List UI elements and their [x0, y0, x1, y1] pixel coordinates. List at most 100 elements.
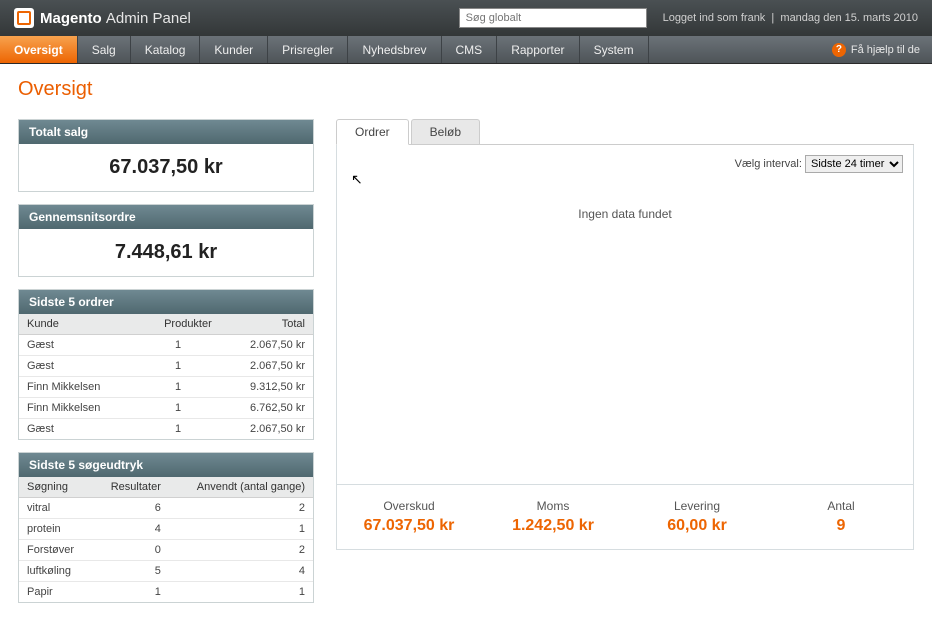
cell-produkter: 1	[136, 377, 220, 398]
cell-resultater: 5	[92, 561, 169, 582]
tab-belob[interactable]: Beløb	[411, 119, 480, 144]
summary-label: Antal	[769, 499, 913, 513]
summary-row: Overskud 67.037,50 krMoms 1.242,50 krLever…	[336, 485, 914, 550]
table-row[interactable]: Forstøver02	[19, 540, 313, 561]
table-row[interactable]: Gæst12.067,50 kr	[19, 335, 313, 356]
summary-value: 67.037,50 kr	[337, 517, 481, 535]
magento-logo-icon	[14, 8, 34, 28]
help-icon: ?	[832, 43, 846, 57]
table-row[interactable]: Gæst12.067,50 kr	[19, 356, 313, 377]
box-total-sales: Totalt salg 67.037,50 kr	[18, 119, 314, 192]
cell-produkter: 1	[136, 398, 220, 419]
cell-produkter: 1	[136, 419, 220, 440]
interval-label: Vælg interval:	[735, 158, 802, 170]
cell-produkter: 1	[136, 335, 220, 356]
nav-rapporter[interactable]: Rapporter	[497, 36, 579, 63]
cell-anvendt: 2	[169, 498, 313, 519]
nav-prisregler[interactable]: Prisregler	[268, 36, 348, 63]
nav-nyhedsbrev[interactable]: Nyhedsbrev	[348, 36, 441, 63]
table-row[interactable]: Gæst12.067,50 kr	[19, 419, 313, 440]
cell-sogning: Papir	[19, 582, 92, 603]
cell-sogning: vitral	[19, 498, 92, 519]
cell-total: 2.067,50 kr	[220, 335, 313, 356]
cell-kunde: Finn Mikkelsen	[19, 377, 136, 398]
cell-kunde: Gæst	[19, 419, 136, 440]
cell-kunde: Gæst	[19, 356, 136, 377]
cell-total: 2.067,50 kr	[220, 419, 313, 440]
last-searches-table: Søgning Resultater Anvendt (antal gange)…	[19, 477, 313, 602]
table-row[interactable]: protein41	[19, 519, 313, 540]
cell-kunde: Finn Mikkelsen	[19, 398, 136, 419]
col-sogning: Søgning	[19, 477, 92, 498]
box-avg-order-header: Gennemsnitsordre	[19, 205, 313, 229]
summary-item: Antal 9	[769, 499, 913, 535]
cell-anvendt: 1	[169, 582, 313, 603]
summary-label: Moms	[481, 499, 625, 513]
chart-area: ↖ Vælg interval: Sidste 24 timer Ingen d…	[336, 145, 914, 485]
nav-kunder[interactable]: Kunder	[200, 36, 268, 63]
nav-katalog[interactable]: Katalog	[131, 36, 201, 63]
cell-total: 9.312,50 kr	[220, 377, 313, 398]
col-anvendt: Anvendt (antal gange)	[169, 477, 313, 498]
box-last-orders: Sidste 5 ordrer Kunde Produkter Total Gæ…	[18, 289, 314, 440]
table-row[interactable]: luftkøling54	[19, 561, 313, 582]
nav-salg[interactable]: Salg	[78, 36, 131, 63]
summary-value: 60,00 kr	[625, 517, 769, 535]
cell-sogning: protein	[19, 519, 92, 540]
col-kunde: Kunde	[19, 314, 136, 335]
col-produkter: Produkter	[136, 314, 220, 335]
dashboard-main: Ordrer Beløb ↖ Vælg interval: Sidste 24 …	[336, 119, 914, 615]
cell-total: 2.067,50 kr	[220, 356, 313, 377]
cell-sogning: luftkøling	[19, 561, 92, 582]
cell-anvendt: 2	[169, 540, 313, 561]
tab-ordrer[interactable]: Ordrer	[336, 119, 409, 145]
box-last-orders-header: Sidste 5 ordrer	[19, 290, 313, 314]
summary-value: 1.242,50 kr	[481, 517, 625, 535]
main-nav: Oversigt Salg Katalog Kunder Prisregler …	[0, 36, 932, 64]
summary-label: Overskud	[337, 499, 481, 513]
box-avg-order: Gennemsnitsordre 7.448,61 kr	[18, 204, 314, 277]
summary-item: Overskud 67.037,50 kr	[337, 499, 481, 535]
table-row[interactable]: Papir11	[19, 582, 313, 603]
summary-label: Levering	[625, 499, 769, 513]
summary-value: 9	[769, 517, 913, 535]
table-row[interactable]: Finn Mikkelsen16.762,50 kr	[19, 398, 313, 419]
cell-resultater: 1	[92, 582, 169, 603]
nav-help[interactable]: ? Få hjælp til de	[820, 36, 932, 63]
last-orders-table: Kunde Produkter Total Gæst12.067,50 krGæ…	[19, 314, 313, 439]
no-data-message: Ingen data fundet	[347, 183, 903, 221]
nav-oversigt[interactable]: Oversigt	[0, 36, 78, 63]
interval-select[interactable]: Sidste 24 timer	[805, 155, 903, 173]
interval-row: Vælg interval: Sidste 24 timer	[347, 155, 903, 173]
summary-item: Moms 1.242,50 kr	[481, 499, 625, 535]
cell-resultater: 6	[92, 498, 169, 519]
table-row[interactable]: vitral62	[19, 498, 313, 519]
cell-resultater: 0	[92, 540, 169, 561]
col-resultater: Resultater	[92, 477, 169, 498]
help-label: Få hjælp til de	[851, 44, 920, 56]
cell-anvendt: 1	[169, 519, 313, 540]
cell-kunde: Gæst	[19, 335, 136, 356]
total-sales-value: 67.037,50 kr	[19, 144, 313, 191]
chart-tabs: Ordrer Beløb	[336, 119, 914, 145]
cell-anvendt: 4	[169, 561, 313, 582]
cell-produkter: 1	[136, 356, 220, 377]
global-search-input[interactable]	[459, 8, 647, 28]
summary-item: Levering 60,00 kr	[625, 499, 769, 535]
header: Magento Admin Panel Logget ind som frank…	[0, 0, 932, 36]
header-status: Logget ind som frank | mandag den 15. ma…	[663, 12, 918, 24]
cell-resultater: 4	[92, 519, 169, 540]
box-last-searches-header: Sidste 5 søgeudtryk	[19, 453, 313, 477]
table-row[interactable]: Finn Mikkelsen19.312,50 kr	[19, 377, 313, 398]
cell-total: 6.762,50 kr	[220, 398, 313, 419]
logo-text: Magento Admin Panel	[40, 10, 191, 27]
page-title: Oversigt	[18, 78, 914, 101]
avg-order-value: 7.448,61 kr	[19, 229, 313, 276]
logo: Magento Admin Panel	[14, 8, 191, 28]
nav-system[interactable]: System	[580, 36, 649, 63]
nav-cms[interactable]: CMS	[442, 36, 498, 63]
dashboard-sidebar: Totalt salg 67.037,50 kr Gennemsnitsordr…	[18, 119, 314, 615]
col-total: Total	[220, 314, 313, 335]
box-total-sales-header: Totalt salg	[19, 120, 313, 144]
box-last-searches: Sidste 5 søgeudtryk Søgning Resultater A…	[18, 452, 314, 603]
